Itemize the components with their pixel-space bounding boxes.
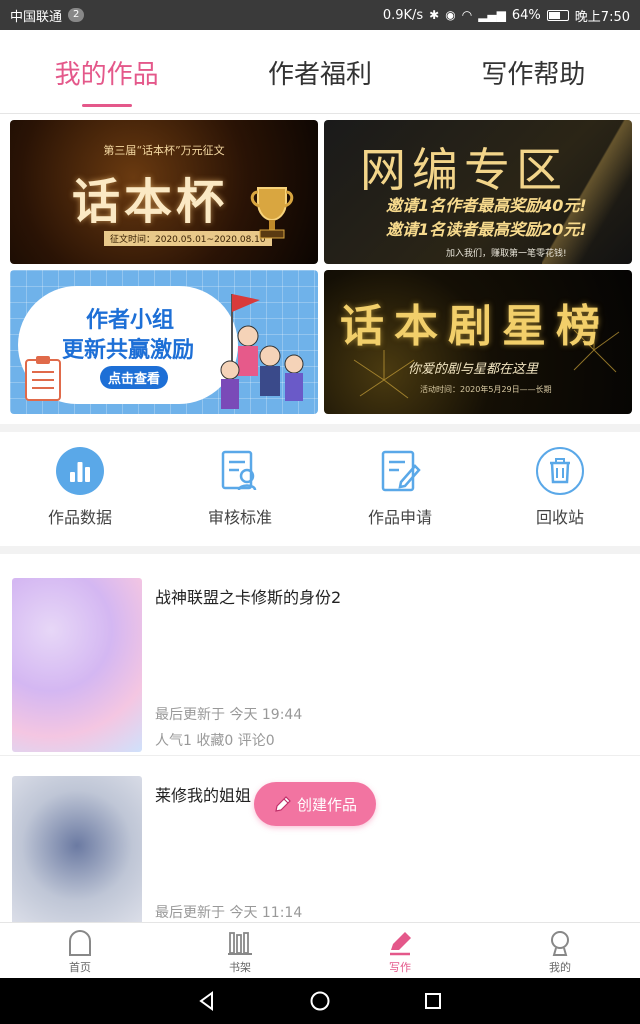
work-title: 莱修我的姐姐 [155, 786, 252, 805]
bluetooth-icon: ✱ [429, 8, 440, 22]
banner-title: 话本杯 [72, 174, 229, 230]
bar-chart-icon [55, 446, 105, 496]
banner-date: 活动时间：2020年5月29日——长期 [420, 385, 552, 394]
back-triangle-icon [198, 991, 213, 1011]
work-updated-time: 最后更新于 今天 11:14 [155, 905, 303, 921]
pencil-icon [275, 796, 291, 812]
nav-label: 书架 [229, 961, 251, 974]
recents-square-icon [425, 993, 442, 1009]
people-illustration-icon [220, 294, 304, 409]
section-divider [0, 546, 640, 554]
banner-subtitle: 第三届“话本杯”万元征文 [103, 144, 225, 157]
list-item[interactable]: 战神联盟之卡修斯的身份2 最后更新于 今天 19:44 人气1 收藏0 评论0 [0, 558, 640, 756]
action-label: 回收站 [535, 508, 584, 527]
tab-label: 作者福利 [267, 60, 372, 90]
profile-icon [551, 931, 569, 956]
bookshelf-icon [228, 932, 252, 955]
banner-huaben-cup[interactable]: 第三届“话本杯”万元征文 话本杯 征文时间：2020.05.01~2020.08… [10, 120, 318, 264]
network-speed: 0.9K/s [382, 7, 424, 23]
trophy-icon [250, 187, 294, 239]
status-bar: 中国联通 2 0.9K/s ✱ ◉ ◠ ▂▄▆ 64% 晚上7:50 [0, 0, 640, 30]
create-work-label: 创建作品 [296, 795, 357, 814]
tab-author-benefits[interactable]: 作者福利 [213, 30, 426, 113]
eye-icon: ◉ [445, 8, 456, 22]
banner-view-button[interactable]: 点击查看 [100, 366, 169, 389]
action-recycle-bin[interactable]: 回收站 [480, 436, 640, 546]
tab-label: 我的作品 [54, 60, 159, 90]
work-updated-time: 最后更新于 今天 19:44 [155, 707, 303, 723]
quick-actions: 作品数据 审核标准 作品申请 回收站 [0, 436, 640, 546]
back-button[interactable] [187, 981, 227, 1021]
action-work-data[interactable]: 作品数据 [0, 436, 160, 546]
work-stats: 人气1 收藏0 评论0 [155, 733, 275, 749]
nav-label: 写作 [389, 961, 411, 974]
nav-label: 我的 [549, 961, 571, 974]
banner-title: 网编专区 [360, 143, 568, 197]
action-label: 作品申请 [367, 508, 432, 527]
action-label: 作品数据 [47, 508, 112, 527]
banner-drama-star-list[interactable]: 话本剧星榜 你爱的剧与星都在这里 活动时间：2020年5月29日——长期 [324, 270, 632, 414]
nav-label: 首页 [69, 961, 91, 974]
action-work-application[interactable]: 作品申请 [320, 436, 480, 546]
carrier-label: 中国联通 [10, 9, 63, 25]
tab-my-works[interactable]: 我的作品 [0, 30, 213, 113]
wifi-icon: ◠ [461, 8, 473, 22]
banner-editor-zone[interactable]: 网编专区 邀请1名作者最高奖励40元! 邀请1名读者最高奖励20元! 加入我们，… [324, 120, 632, 264]
clock: 晚上7:50 [574, 9, 630, 25]
battery-icon [546, 9, 569, 21]
action-review-standards[interactable]: 审核标准 [160, 436, 320, 546]
tab-writing-help[interactable]: 写作帮助 [427, 30, 640, 113]
nav-profile[interactable]: 我的 [480, 923, 640, 978]
battery-percent: 64% [511, 7, 541, 23]
section-divider [0, 424, 640, 432]
home-circle-icon [310, 991, 330, 1011]
banner-author-group[interactable]: 作者小组 更新共赢激励 点击查看 [10, 270, 318, 414]
nav-home[interactable]: 首页 [0, 923, 160, 978]
banner-line: 邀请1名读者最高奖励20元! [386, 220, 587, 239]
banner-line: 加入我们，赚取第一笔零花钱! [446, 249, 567, 259]
banner-line: 更新共赢激励 [62, 338, 195, 363]
banner-line: 作者小组 [86, 308, 175, 333]
sim-badge: 2 [68, 8, 85, 22]
action-label: 审核标准 [207, 508, 272, 527]
work-list: 战神联盟之卡修斯的身份2 最后更新于 今天 19:44 人气1 收藏0 评论0 … [0, 558, 640, 954]
tab-label: 写作帮助 [481, 60, 586, 90]
banner-subtitle: 你爱的剧与星都在这里 [408, 362, 539, 377]
pen-icon [390, 932, 411, 956]
review-standard-icon [215, 446, 265, 496]
work-cover-image [12, 578, 142, 752]
banner-date: 征文时间：2020.05.01~2020.08.10 [104, 231, 272, 246]
create-work-button[interactable]: 创建作品 [254, 782, 376, 826]
system-navigation-bar [0, 978, 640, 1024]
clipboard-icon [25, 356, 61, 401]
work-title: 战神联盟之卡修斯的身份2 [155, 588, 342, 607]
banner-title: 话本剧星榜 [340, 301, 610, 352]
banner-grid: 第三届“话本杯”万元征文 话本杯 征文时间：2020.05.01~2020.08… [10, 120, 632, 416]
trash-icon [535, 446, 585, 496]
application-icon [375, 446, 425, 496]
nav-write[interactable]: 写作 [320, 923, 480, 978]
recents-button[interactable] [413, 981, 453, 1021]
bottom-nav: 首页 书架 写作 我的 [0, 922, 640, 978]
signal-icon: ▂▄▆ [478, 8, 506, 22]
home-button[interactable] [300, 981, 340, 1021]
home-icon [69, 929, 91, 956]
banner-line: 邀请1名作者最高奖励40元! [386, 196, 587, 215]
nav-bookshelf[interactable]: 书架 [160, 923, 320, 978]
top-tabs: 我的作品 作者福利 写作帮助 [0, 30, 640, 114]
active-tab-indicator [81, 104, 132, 107]
